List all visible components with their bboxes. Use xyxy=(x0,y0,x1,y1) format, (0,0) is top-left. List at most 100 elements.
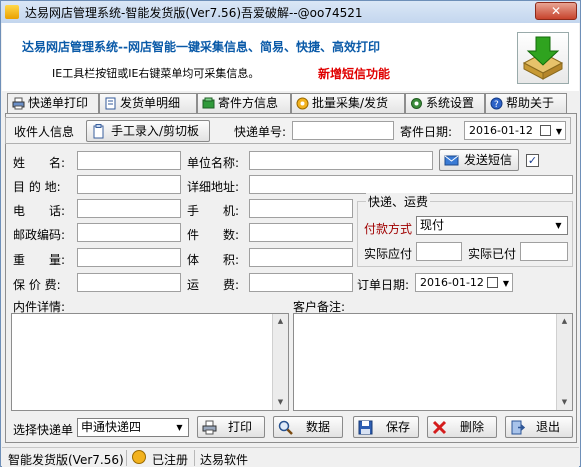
status-version: 智能发货版(Ver7.56) xyxy=(8,453,124,467)
order-date-picker[interactable]: 2016-01-12 ▼ xyxy=(415,273,513,292)
amount-paid-input[interactable] xyxy=(520,242,568,261)
tab-label: 发货单明细 xyxy=(120,96,181,110)
destination-label: 目 的 地: xyxy=(13,180,61,194)
main-tabs: 快递单打印 发货单明细 寄件方信息 批量采集/发货 系统设置 ? 帮助关于 xyxy=(7,93,577,114)
freight-label: 运 费: xyxy=(187,278,240,292)
exit-door-icon xyxy=(511,420,525,435)
tracking-number-input[interactable] xyxy=(292,121,394,140)
title-bar[interactable]: 达易网店管理系统-智能发货版(Ver7.56)吾爱破解--@oo74521 ✕ xyxy=(1,1,580,23)
save-icon xyxy=(358,420,373,435)
zip-label: 邮政编码: xyxy=(13,228,66,242)
clipboard-icon xyxy=(93,124,104,139)
volume-input[interactable] xyxy=(249,248,353,267)
tab-express-print[interactable]: 快递单打印 xyxy=(7,93,99,114)
tab-delivery-detail[interactable]: 发货单明细 xyxy=(99,93,197,113)
help-icon: ? xyxy=(490,97,503,110)
weight-label: 重 量: xyxy=(13,253,66,267)
scroll-up-icon[interactable]: ▲ xyxy=(557,314,572,329)
tab-batch-collect[interactable]: 批量采集/发货 xyxy=(291,93,405,113)
close-button[interactable]: ✕ xyxy=(535,2,577,20)
registered-icon xyxy=(132,450,146,464)
status-registered: 已注册 xyxy=(152,453,189,467)
delete-button[interactable]: 删除 xyxy=(427,416,497,438)
window-title: 达易网店管理系统-智能发货版(Ver7.56)吾爱破解--@oo74521 xyxy=(25,6,363,20)
tab-label: 寄件方信息 xyxy=(218,96,279,110)
mobile-label: 手 机: xyxy=(187,204,240,218)
tab-sender-info[interactable]: 寄件方信息 xyxy=(197,93,291,113)
address-label: 详细地址: xyxy=(187,180,240,194)
items-detail-textarea[interactable]: ▲ ▼ xyxy=(11,313,289,411)
courier-template-select[interactable]: 申通快递四 ▼ xyxy=(77,418,189,437)
header-banner: 达易网店管理系统--网店智能一键采集信息、简易、快捷、高效打印 IE工具栏按钮或… xyxy=(2,23,579,91)
chevron-down-icon: ▼ xyxy=(555,127,562,136)
search-icon xyxy=(278,420,293,435)
batch-icon xyxy=(296,97,309,110)
insured-fee-label: 保 价 费: xyxy=(13,278,61,292)
calendar-icon xyxy=(487,277,498,288)
mobile-input[interactable] xyxy=(249,199,353,218)
company-input[interactable] xyxy=(249,151,433,170)
zip-input[interactable] xyxy=(77,223,181,242)
tab-system-settings[interactable]: 系统设置 xyxy=(405,93,485,113)
scroll-up-icon[interactable]: ▲ xyxy=(273,314,288,329)
amount-due-input[interactable] xyxy=(416,242,462,261)
slogan-text: 达易网店管理系统--网店智能一键采集信息、简易、快捷、高效打印 xyxy=(22,40,380,54)
weight-input[interactable] xyxy=(77,248,181,267)
calendar-icon xyxy=(540,125,551,136)
company-label: 单位名称: xyxy=(187,156,240,170)
destination-input[interactable] xyxy=(77,175,181,194)
tab-label: 系统设置 xyxy=(426,96,475,110)
name-label: 姓 名: xyxy=(13,156,66,170)
sms-checkbox[interactable]: ✓ xyxy=(526,154,539,167)
download-box-icon xyxy=(517,32,569,84)
phone-input[interactable] xyxy=(77,199,181,218)
send-sms-button[interactable]: 发送短信 xyxy=(439,149,519,171)
address-input[interactable] xyxy=(249,175,573,194)
pieces-input[interactable] xyxy=(249,223,353,242)
svg-text:?: ? xyxy=(494,100,499,110)
volume-label: 体 积: xyxy=(187,253,240,267)
send-date-label: 寄件日期: xyxy=(400,125,453,139)
chevron-down-icon: ▼ xyxy=(555,221,562,230)
shipping-fee-title: 快递、运费 xyxy=(366,193,431,210)
tracking-number-label: 快递单号: xyxy=(234,125,287,139)
order-date-label: 订单日期: xyxy=(357,278,410,292)
scrollbar[interactable]: ▲ ▼ xyxy=(556,314,572,410)
tab-label: 帮助关于 xyxy=(506,96,555,110)
exit-button[interactable]: 退出 xyxy=(505,416,573,438)
document-icon xyxy=(105,97,116,110)
send-date-picker[interactable]: 2016-01-12 ▼ xyxy=(464,121,566,140)
print-button[interactable]: 打印 xyxy=(197,416,265,438)
delete-icon xyxy=(432,420,447,435)
data-button[interactable]: 数据 xyxy=(273,416,343,438)
amount-paid-label: 实际已付 xyxy=(468,247,517,261)
recipient-bar: 收件人信息 手工录入/剪切板 快递单号: 寄件日期: 2016-01-12 ▼ xyxy=(5,117,571,144)
app-window: 达易网店管理系统-智能发货版(Ver7.56)吾爱破解--@oo74521 ✕ … xyxy=(0,0,581,467)
status-vendor: 达易软件 xyxy=(200,453,249,467)
name-input[interactable] xyxy=(77,151,181,170)
manual-entry-button[interactable]: 手工录入/剪切板 xyxy=(86,120,210,142)
scroll-down-icon[interactable]: ▼ xyxy=(557,395,572,410)
payment-method-select[interactable]: 现付 ▼ xyxy=(416,216,568,235)
status-bar: 智能发货版(Ver7.56) 已注册 达易软件 xyxy=(2,447,579,467)
gear-icon xyxy=(411,98,422,109)
tab-help-about[interactable]: ? 帮助关于 xyxy=(485,93,567,113)
collect-hint: IE工具栏按钮或IE右键菜单均可采集信息。 xyxy=(52,67,260,80)
printer-icon xyxy=(202,420,217,435)
shipping-fee-group: 快递、运费 付款方式 现付 ▼ 实际应付 实际已付 xyxy=(357,193,573,267)
freight-input[interactable] xyxy=(249,273,353,292)
sms-icon xyxy=(444,155,459,166)
scroll-down-icon[interactable]: ▼ xyxy=(273,395,288,410)
sender-icon xyxy=(202,97,215,109)
save-button[interactable]: 保存 xyxy=(353,416,419,438)
payment-method-label: 付款方式 xyxy=(364,222,413,236)
scrollbar[interactable]: ▲ ▼ xyxy=(272,314,288,410)
insured-fee-input[interactable] xyxy=(77,273,181,292)
customer-remark-textarea[interactable]: ▲ ▼ xyxy=(293,313,573,411)
amount-due-label: 实际应付 xyxy=(364,247,413,261)
printer-icon xyxy=(12,97,25,110)
status-divider xyxy=(126,450,127,466)
app-icon xyxy=(5,5,19,19)
chevron-down-icon: ▼ xyxy=(502,279,509,288)
tab-label: 批量采集/发货 xyxy=(312,96,389,110)
